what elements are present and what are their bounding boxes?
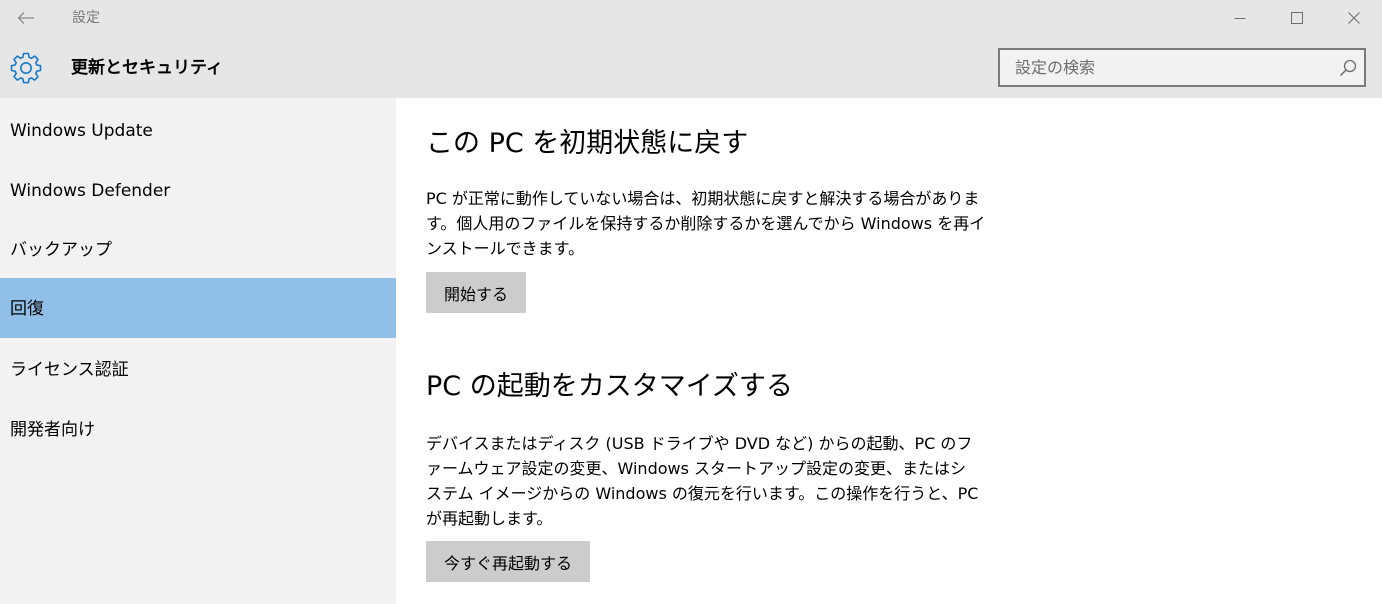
minimize-icon bbox=[1234, 18, 1246, 19]
sidebar-item-for-developers[interactable]: 開発者向け bbox=[0, 399, 396, 459]
section-description-reset-pc: PC が正常に動作していない場合は、初期状態に戻すと解決する場合があります。個人… bbox=[426, 189, 986, 258]
main-content: この PC を初期状態に戻す PC が正常に動作していない場合は、初期状態に戻す… bbox=[396, 98, 1382, 604]
sidebar-item-label: 開発者向け bbox=[10, 420, 95, 440]
search-input[interactable] bbox=[1000, 50, 1330, 85]
window-title: 設定 bbox=[72, 10, 100, 26]
get-started-button[interactable]: 開始する bbox=[426, 272, 527, 313]
close-button[interactable] bbox=[1331, 0, 1377, 36]
search-icon[interactable] bbox=[1338, 58, 1358, 78]
sidebar-item-windows-defender[interactable]: Windows Defender bbox=[0, 160, 396, 220]
maximize-icon bbox=[1291, 12, 1303, 24]
section-title-advanced-startup: PC の起動をカスタマイズする bbox=[426, 371, 793, 402]
sidebar-item-recovery[interactable]: 回復 bbox=[0, 278, 396, 338]
sidebar-item-label: Windows Defender bbox=[10, 181, 171, 201]
restart-now-button[interactable]: 今すぐ再起動する bbox=[426, 541, 591, 582]
sidebar-item-activation[interactable]: ライセンス認証 bbox=[0, 339, 396, 399]
page-header: 更新とセキュリティ bbox=[0, 36, 1382, 98]
sidebar-item-backup[interactable]: バックアップ bbox=[0, 219, 396, 279]
search-box bbox=[998, 48, 1366, 87]
title-bar: 設定 bbox=[0, 0, 1382, 36]
arrow-left-icon bbox=[17, 12, 34, 24]
maximize-button[interactable] bbox=[1274, 0, 1320, 36]
sidebar-item-windows-update[interactable]: Windows Update bbox=[0, 100, 396, 160]
sidebar-item-label: 回復 bbox=[10, 299, 44, 319]
close-icon bbox=[1348, 12, 1360, 24]
section-title-reset-pc: この PC を初期状態に戻す bbox=[426, 128, 749, 159]
minimize-button[interactable] bbox=[1217, 0, 1263, 36]
sidebar-item-label: バックアップ bbox=[10, 240, 112, 260]
gear-icon bbox=[10, 52, 42, 84]
back-button[interactable] bbox=[0, 0, 52, 36]
sidebar: Windows Update Windows Defender バックアップ 回… bbox=[0, 98, 396, 604]
settings-window: 設定 更新とセキュリティ 設定の検索 Windows Update Window… bbox=[0, 0, 1382, 604]
sidebar-item-label: Windows Update bbox=[10, 121, 153, 141]
section-description-advanced-startup: デバイスまたはディスク (USB ドライブや DVD など) からの起動、PC … bbox=[426, 434, 979, 528]
page-title: 更新とセキュリティ bbox=[71, 58, 223, 78]
sidebar-item-label: ライセンス認証 bbox=[10, 360, 129, 380]
